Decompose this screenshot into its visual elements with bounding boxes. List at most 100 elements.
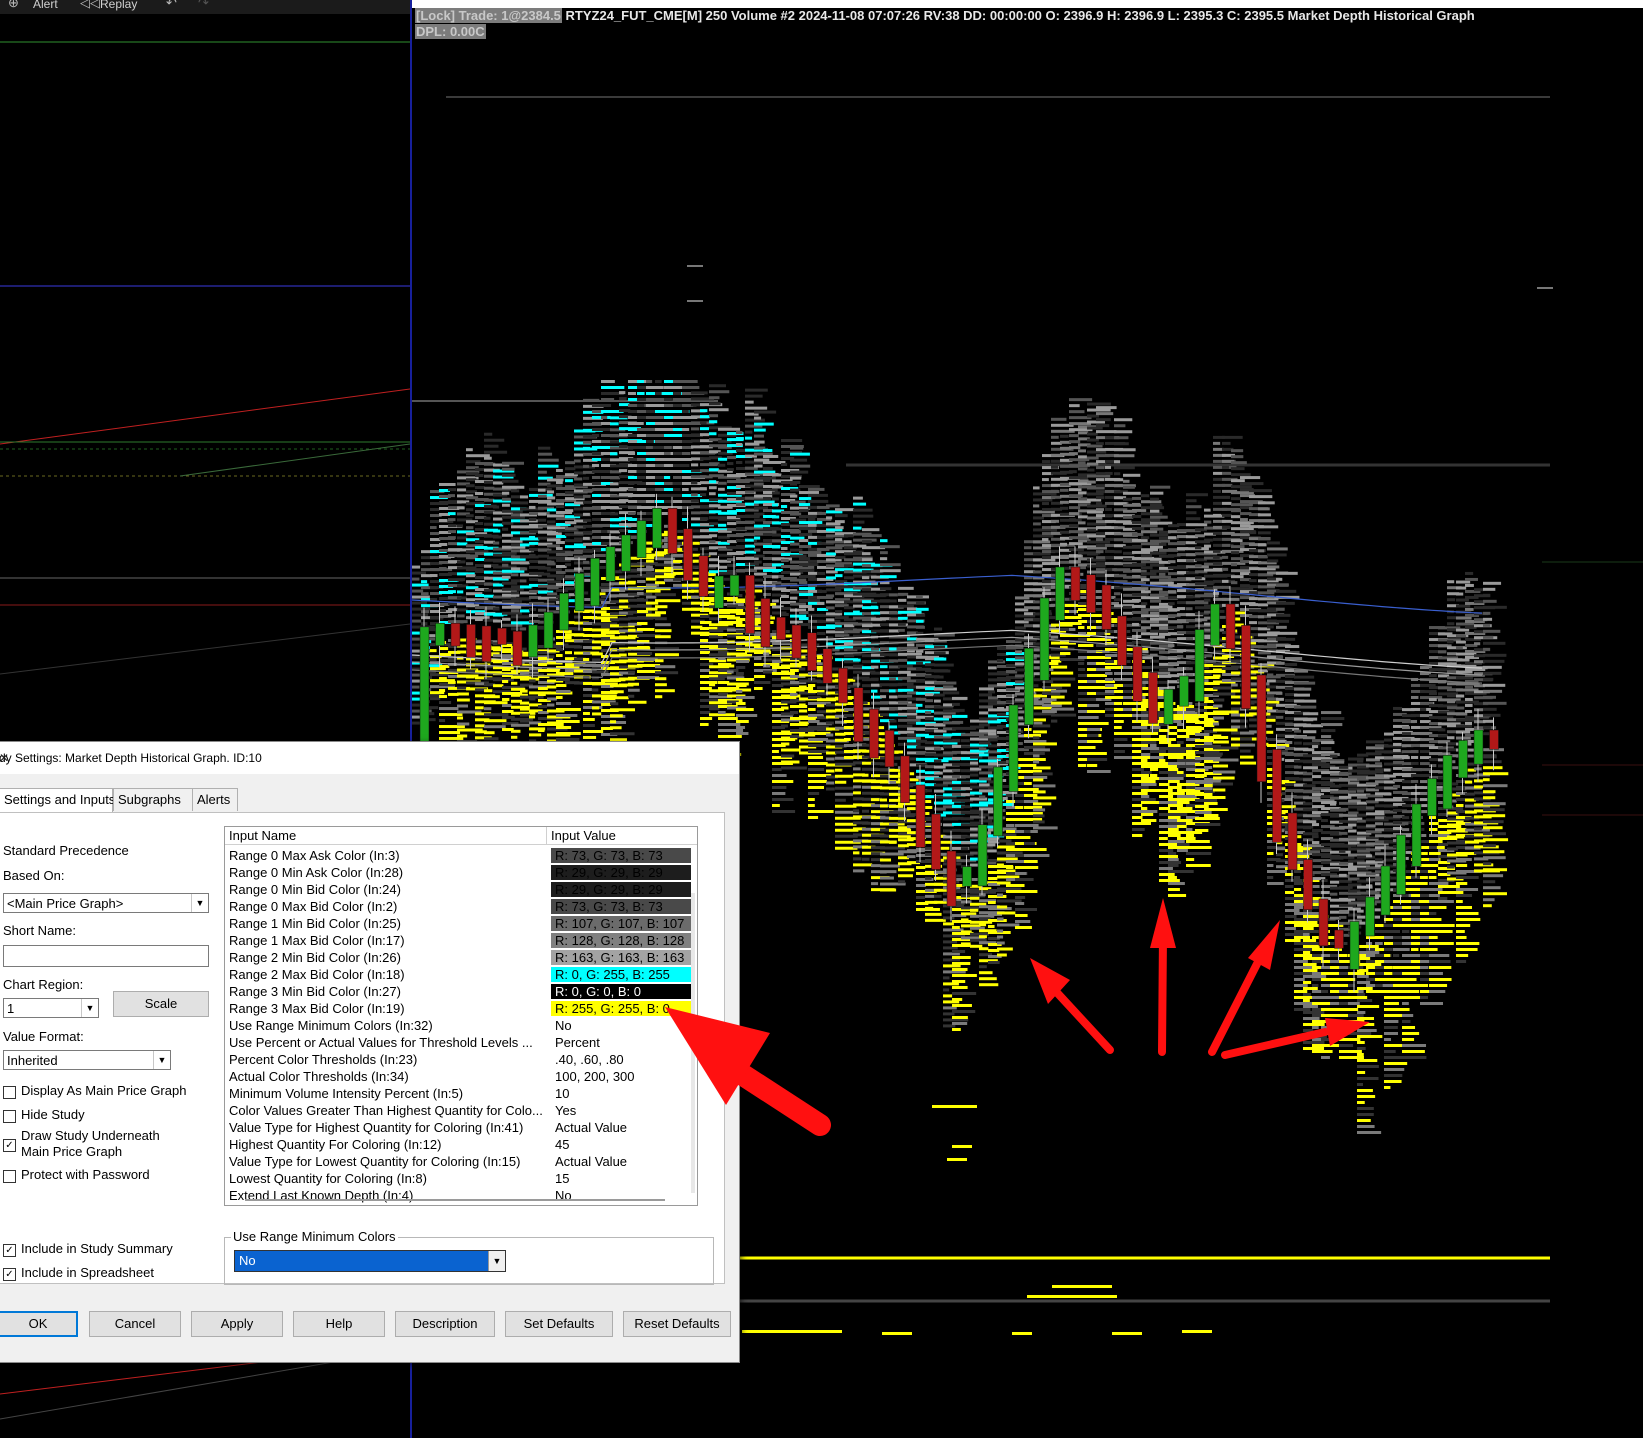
bid-depth-bar — [1051, 671, 1074, 675]
bid-depth-bar — [826, 733, 834, 737]
bid-depth-bar — [556, 654, 563, 657]
ask-depth-bar — [430, 538, 441, 542]
bid-depth-bar — [1285, 903, 1305, 906]
ask-depth-bar — [1051, 435, 1059, 439]
bid-depth-bar — [700, 723, 709, 726]
ask-depth-bar — [889, 629, 900, 633]
ask-depth-bar — [799, 515, 817, 519]
bid-depth-bar — [1078, 740, 1088, 743]
ask-depth-bar — [646, 380, 653, 383]
rewind-icon[interactable]: ◁◁ — [80, 0, 100, 11]
bid-depth-bar — [853, 809, 860, 813]
bid-depth-bar — [1132, 828, 1145, 831]
ask-depth-bar — [1042, 538, 1049, 542]
ask-depth-bar — [691, 427, 700, 431]
ask-depth-bar — [1321, 717, 1345, 721]
replay-button[interactable]: Replay — [100, 0, 137, 11]
ask-depth-bar — [1276, 625, 1287, 629]
bid-depth-bar — [1330, 1026, 1340, 1029]
bid-depth-bar — [1195, 739, 1214, 742]
ask-depth-bar — [610, 482, 619, 486]
ask-depth-bar — [979, 723, 990, 727]
bid-depth-bar — [1186, 858, 1195, 861]
ask-depth-bar — [1222, 597, 1240, 601]
bid-depth-bar — [1321, 1056, 1330, 1059]
bid-depth-bar — [880, 870, 887, 874]
bid-depth-bar — [1303, 1017, 1320, 1020]
ask-depth-bar — [493, 481, 504, 485]
ask-depth-bar — [1186, 511, 1197, 515]
ask-depth-bar — [538, 608, 547, 612]
ask-depth-bar — [1294, 693, 1310, 697]
ask-depth-bar — [1069, 398, 1093, 402]
bid-depth-bar — [448, 692, 459, 696]
ask-depth-bar — [1123, 485, 1135, 489]
ask-depth-bar — [619, 397, 627, 401]
ask-depth-bar — [583, 488, 594, 492]
bid-depth-bar — [718, 693, 729, 696]
ask-depth-bar — [952, 738, 961, 742]
bid-depth-bar — [484, 689, 493, 693]
bid-depth-bar — [1285, 885, 1294, 888]
ask-depth-bar — [1339, 873, 1347, 877]
bid-depth-bar — [556, 696, 563, 699]
ask-depth-bar — [727, 462, 734, 466]
bid-depth-bar — [1159, 843, 1178, 846]
bid-depth-bar — [1168, 780, 1180, 783]
ask-depth-bar — [538, 470, 547, 474]
ask-depth-bar — [718, 523, 727, 527]
ask-depth-bar — [1105, 471, 1113, 475]
ask-depth-bar — [466, 484, 475, 488]
bid-depth-bar — [835, 762, 856, 766]
bid-depth-bar — [1276, 847, 1286, 851]
bid-depth-bar — [988, 961, 1000, 964]
ask-depth-bar — [889, 689, 896, 693]
ask-depth-bar — [970, 821, 981, 825]
bid-depth-bar — [1195, 703, 1208, 706]
ask-depth-bar — [898, 592, 909, 596]
ask-depth-bar — [1186, 637, 1194, 641]
ask-depth-bar — [655, 428, 665, 431]
ask-depth-bar — [475, 474, 484, 478]
ask-depth-bar — [880, 545, 900, 549]
ask-depth-bar — [601, 398, 615, 401]
bid-depth-bar — [727, 670, 734, 674]
bid-depth-bar — [655, 653, 679, 657]
ask-depth-bar — [889, 677, 896, 681]
ask-depth-bar — [1222, 585, 1231, 589]
bid-depth-bar — [538, 705, 547, 708]
ask-depth-bar — [1096, 460, 1107, 464]
ask-depth-bar — [1258, 615, 1265, 619]
ask-depth-bar — [709, 414, 719, 418]
alert-button[interactable]: Alert — [33, 0, 58, 11]
ask-depth-bar — [457, 590, 464, 594]
bid-depth-bar — [853, 785, 862, 789]
ask-depth-bar — [979, 753, 989, 757]
ask-depth-bar — [538, 452, 553, 456]
undo-icon[interactable]: ↶ — [166, 0, 177, 11]
alert-icon[interactable]: ⊕ — [8, 0, 19, 11]
bid-depth-bar — [772, 786, 787, 789]
ask-depth-bar — [898, 676, 911, 680]
bid-depth-bar — [1177, 771, 1184, 774]
ask-depth-bar — [691, 391, 708, 395]
ask-depth-bar — [1303, 718, 1314, 722]
redo-icon[interactable]: ↷ — [198, 0, 209, 11]
ask-depth-bar — [1168, 638, 1177, 642]
ask-depth-bar — [754, 434, 764, 438]
bid-depth-bar — [1204, 796, 1226, 799]
ask-depth-bar — [493, 613, 504, 617]
bid-depth-bar — [1159, 819, 1178, 822]
ask-depth-bar — [781, 594, 789, 598]
ask-depth-bar — [1069, 524, 1079, 528]
ask-depth-bar — [520, 495, 529, 499]
bid-depth-bar — [916, 884, 926, 887]
ask-depth-bar — [826, 606, 835, 610]
bid-depth-bar — [1339, 1044, 1354, 1047]
ask-depth-bar — [979, 819, 993, 823]
bid-depth-bar — [610, 708, 635, 712]
ask-depth-bar — [1303, 748, 1315, 752]
bid-depth-bar — [529, 697, 536, 701]
bid-depth-bar — [1348, 996, 1368, 999]
bid-depth-bar — [1078, 626, 1085, 629]
